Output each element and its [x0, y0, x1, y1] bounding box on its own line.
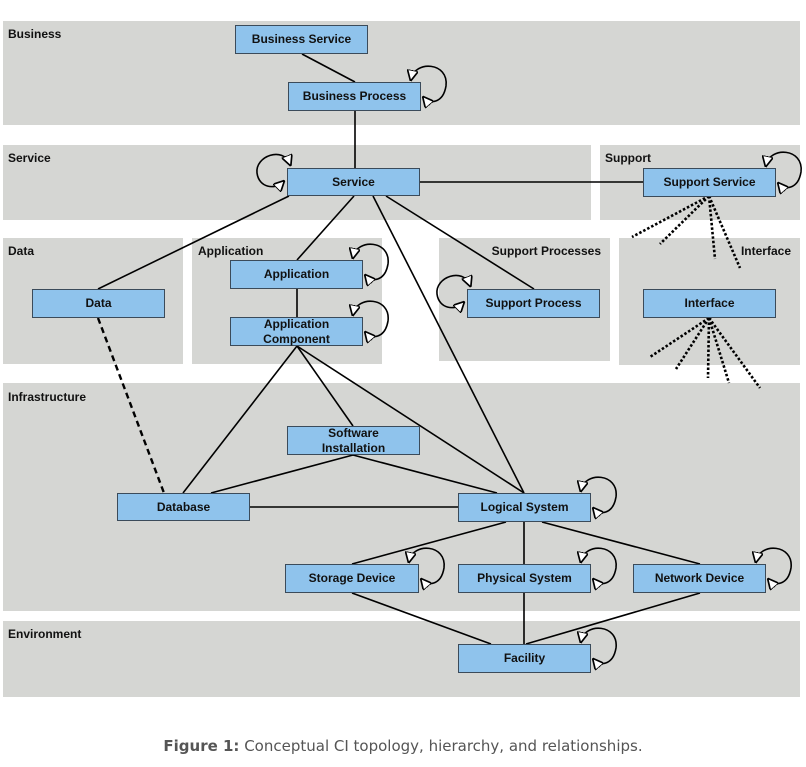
node-database[interactable]: Database [117, 493, 250, 521]
diagram-canvas: Business Service Support Data Applicatio… [0, 0, 806, 767]
node-network-device[interactable]: Network Device [633, 564, 766, 593]
zone-label-support: Support [605, 151, 651, 165]
zone-environment: Environment [3, 621, 800, 697]
zone-label-interface: Interface [740, 244, 791, 258]
node-storage-device[interactable]: Storage Device [285, 564, 419, 593]
figure-caption: Figure 1: Conceptual CI topology, hierar… [0, 737, 806, 755]
node-business-process[interactable]: Business Process [288, 82, 421, 111]
node-logical-system[interactable]: Logical System [458, 493, 591, 522]
zone-label-infrastructure: Infrastructure [8, 390, 87, 404]
figure-caption-label: Figure 1: [163, 737, 240, 755]
zone-label-data: Data [8, 244, 35, 258]
node-support-service[interactable]: Support Service [643, 168, 776, 197]
figure-caption-text: Conceptual CI topology, hierarchy, and r… [239, 737, 643, 755]
node-software-installation[interactable]: Software Installation [287, 426, 420, 455]
zone-label-environment: Environment [8, 627, 82, 641]
node-support-process[interactable]: Support Process [467, 289, 600, 318]
node-interface[interactable]: Interface [643, 289, 776, 318]
node-facility[interactable]: Facility [458, 644, 591, 673]
node-data[interactable]: Data [32, 289, 165, 318]
zone-label-service: Service [8, 151, 51, 165]
zone-label-business: Business [8, 27, 62, 41]
zone-label-support-processes: Support Processes [491, 244, 601, 258]
node-physical-system[interactable]: Physical System [458, 564, 591, 593]
node-service[interactable]: Service [287, 168, 420, 196]
node-application[interactable]: Application [230, 260, 363, 289]
node-application-component[interactable]: Application Component [230, 317, 363, 346]
zone-label-application: Application [198, 244, 264, 258]
node-business-service[interactable]: Business Service [235, 25, 368, 54]
